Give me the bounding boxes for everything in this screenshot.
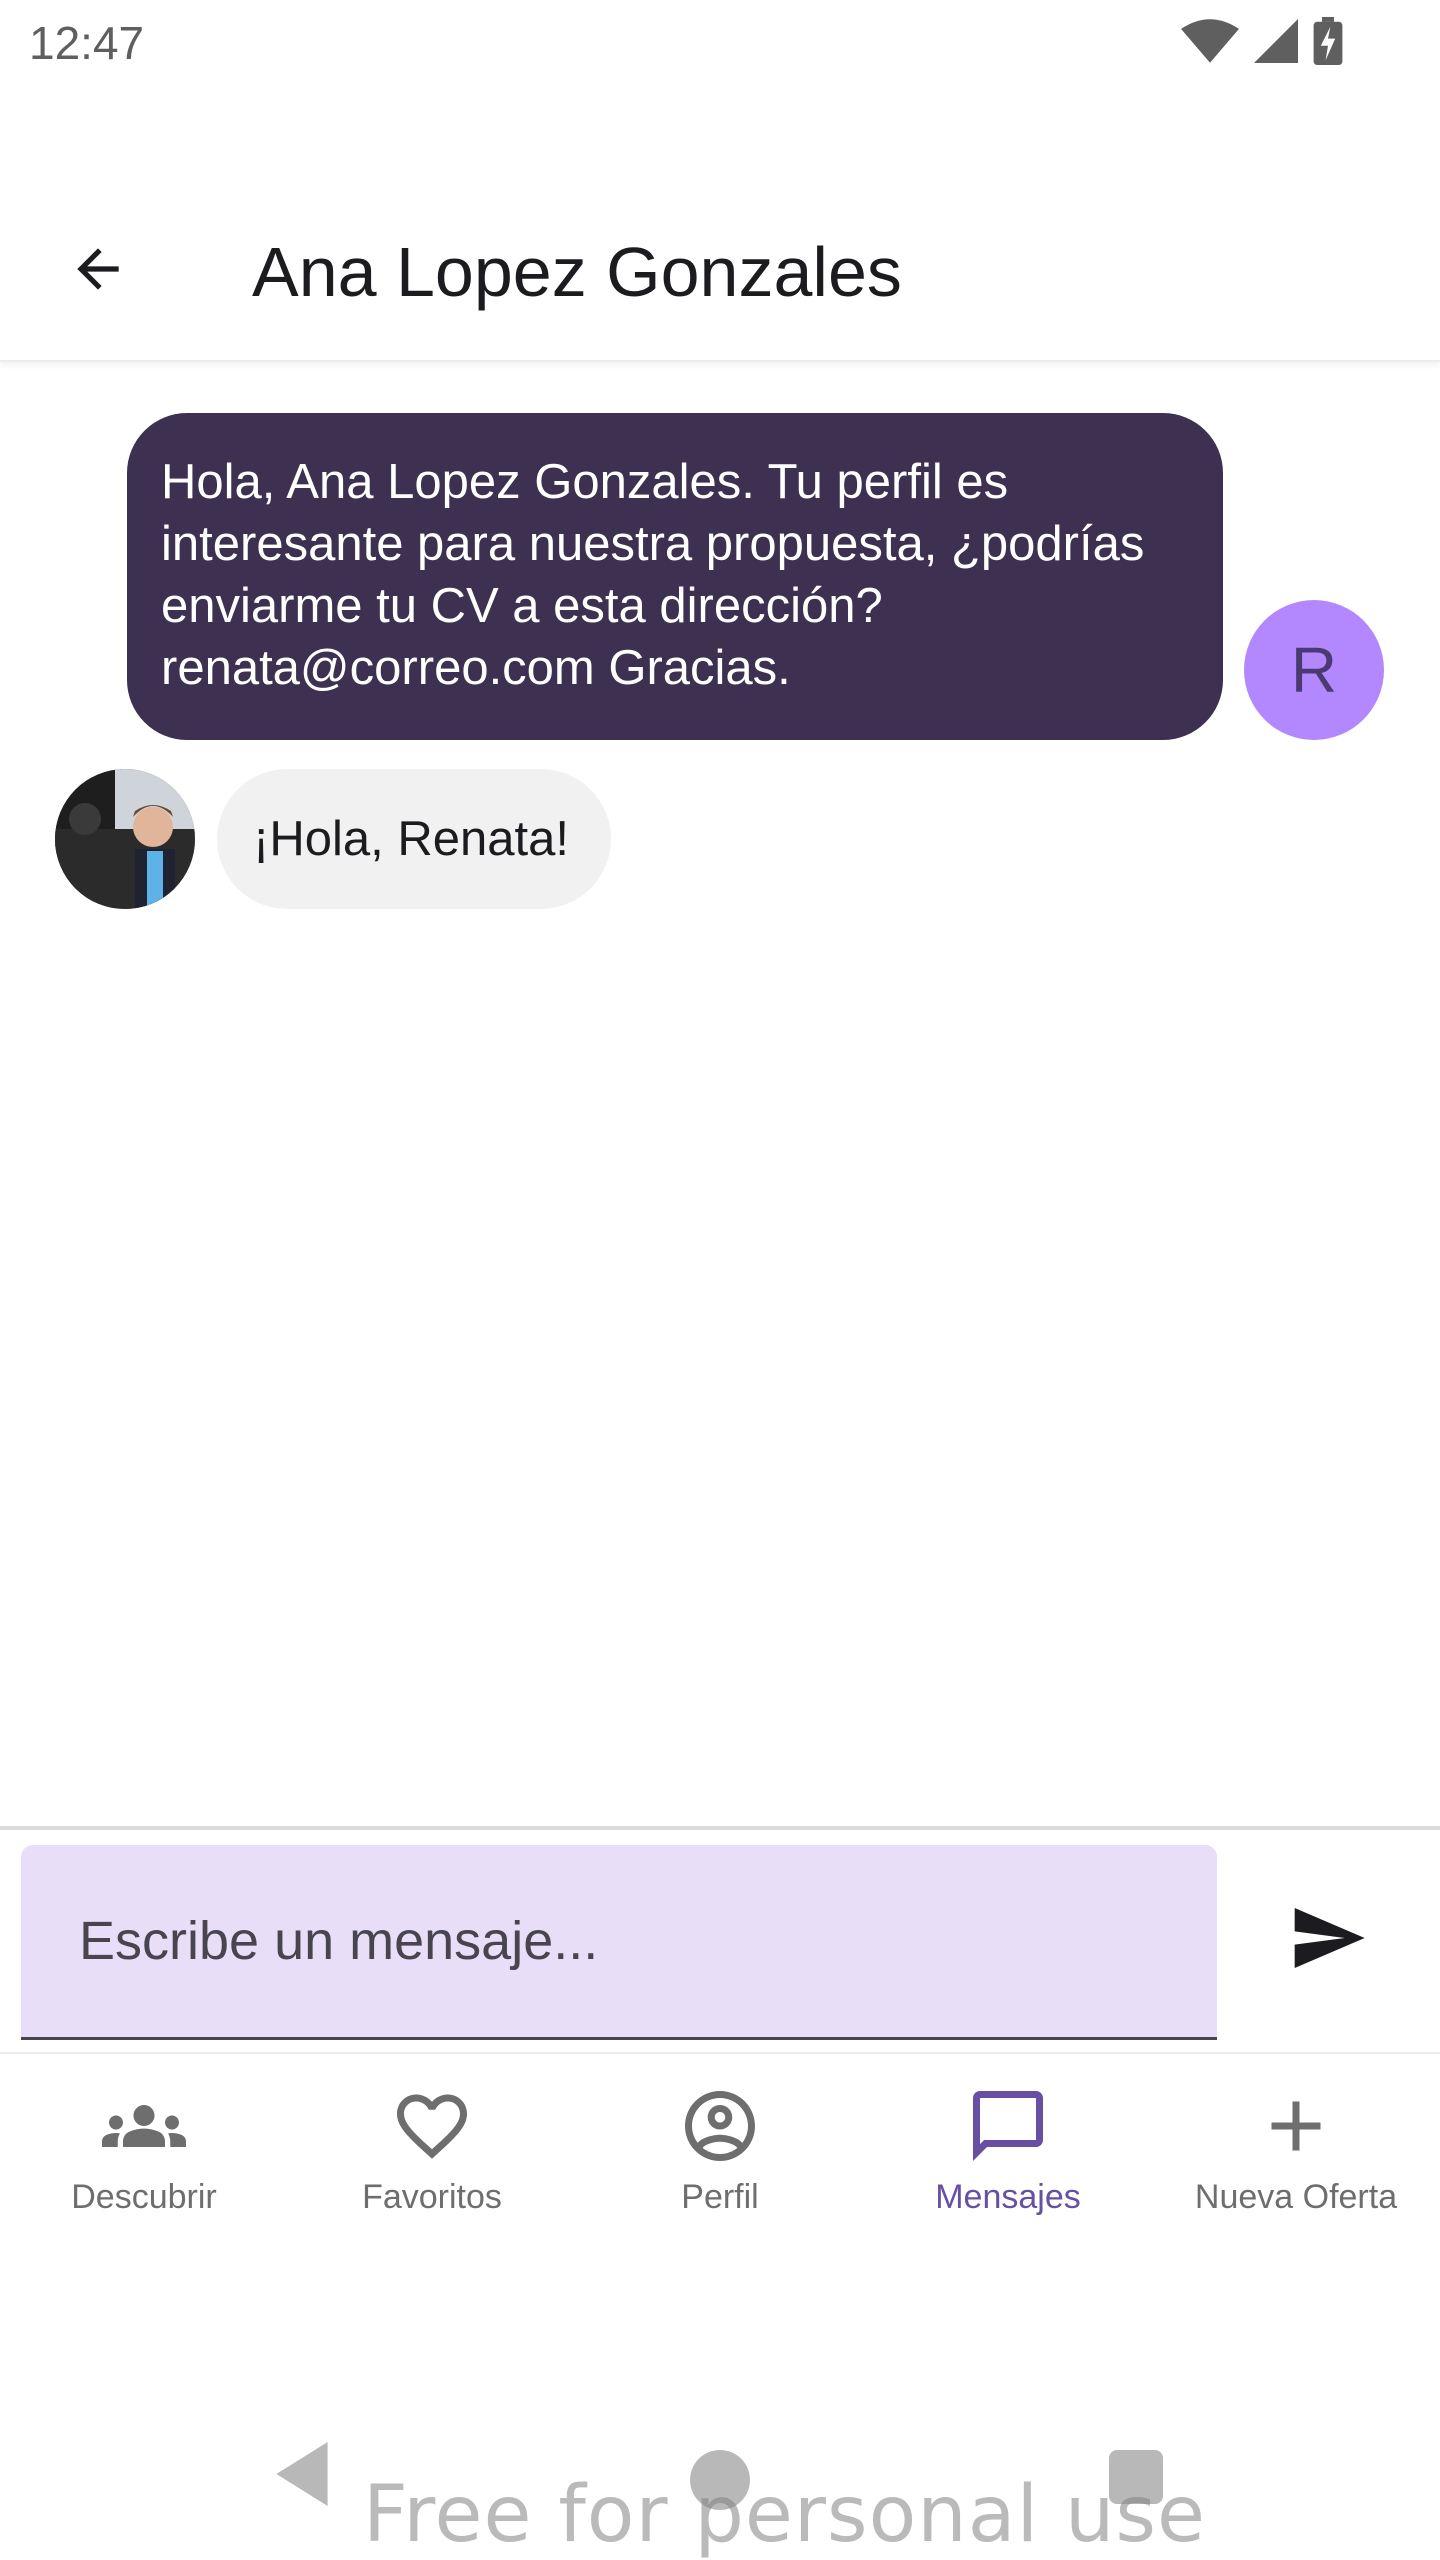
back-button[interactable] xyxy=(50,223,146,319)
nav-item-perfil[interactable]: Perfil xyxy=(576,2054,864,2234)
outgoing-message-text: Hola, Ana Lopez Gonzales. Tu perfil es i… xyxy=(161,455,1145,695)
avatar-renata: R xyxy=(1244,600,1384,740)
chat-bubble-icon xyxy=(966,2084,1050,2168)
composer-divider xyxy=(0,1826,1440,1830)
nav-item-nueva-oferta[interactable]: Nueva Oferta xyxy=(1152,2054,1440,2234)
heart-icon xyxy=(390,2084,474,2168)
contact-avatar-photo xyxy=(55,769,195,909)
nav-item-mensajes[interactable]: Mensajes xyxy=(864,2054,1152,2234)
chat-title: Ana Lopez Gonzales xyxy=(252,233,902,311)
status-bar: 12:47 xyxy=(0,0,1440,90)
status-time: 12:47 xyxy=(29,17,145,69)
back-triangle-icon[interactable] xyxy=(270,2442,334,2511)
nav-label-perfil: Perfil xyxy=(681,2178,759,2216)
send-icon xyxy=(1288,1898,1368,1983)
wifi-icon xyxy=(1181,18,1239,68)
nav-label-favoritos: Favoritos xyxy=(362,2178,502,2216)
nav-item-favoritos[interactable]: Favoritos xyxy=(288,2054,576,2234)
signal-icon xyxy=(1253,18,1299,68)
app-bar: Ana Lopez Gonzales xyxy=(0,180,1440,362)
send-button[interactable] xyxy=(1278,1880,1378,2000)
outgoing-message-bubble: Hola, Ana Lopez Gonzales. Tu perfil es i… xyxy=(127,413,1223,740)
status-icons xyxy=(1181,16,1343,68)
nav-item-descubrir[interactable]: Descubrir xyxy=(0,2054,288,2234)
incoming-message-bubble: ¡Hola, Renata! xyxy=(217,769,611,909)
message-input[interactable] xyxy=(77,1909,1217,1973)
battery-charging-icon xyxy=(1313,16,1343,70)
message-field[interactable] xyxy=(21,1845,1217,2040)
nav-label-descubrir: Descubrir xyxy=(71,2178,217,2216)
group-icon xyxy=(102,2084,186,2168)
arrow-back-icon xyxy=(67,238,129,305)
incoming-message-text: ¡Hola, Renata! xyxy=(253,812,569,866)
nav-label-nueva-oferta: Nueva Oferta xyxy=(1194,2178,1398,2216)
plus-icon xyxy=(1254,2084,1338,2168)
avatar-letter: R xyxy=(1290,634,1338,706)
account-circle-icon xyxy=(678,2084,762,2168)
nav-label-mensajes: Mensajes xyxy=(935,2178,1081,2216)
watermark-text: Free for personal use xyxy=(363,2470,1207,2560)
bottom-navigation: Descubrir Favoritos Perfil Mensajes Nuev… xyxy=(0,2052,1440,2232)
